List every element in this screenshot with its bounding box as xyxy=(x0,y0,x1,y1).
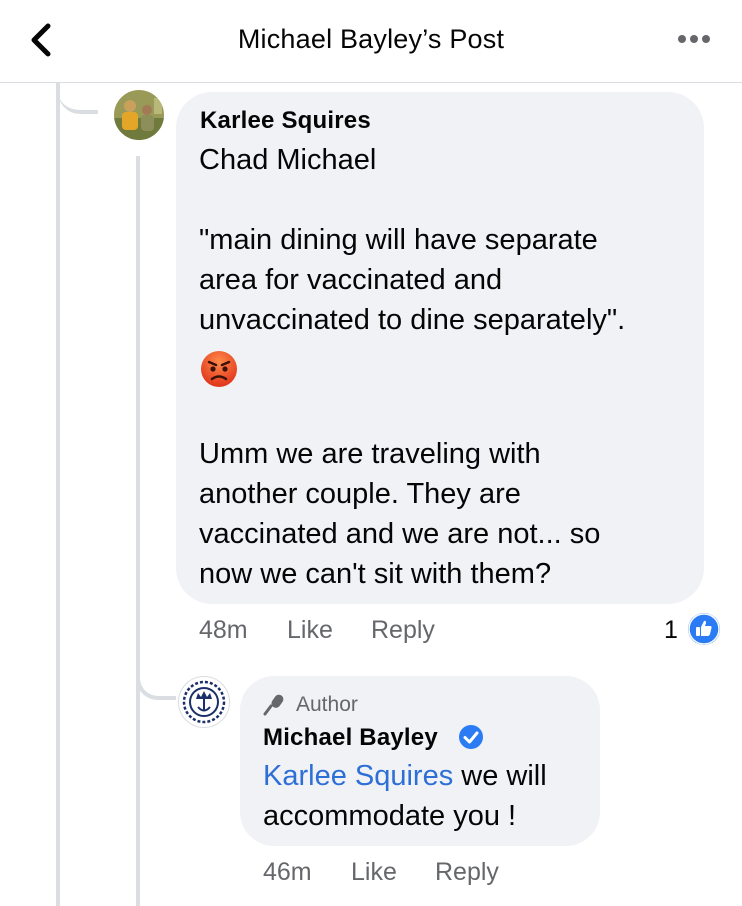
avatar-michael[interactable] xyxy=(178,676,230,728)
thread-curve-top xyxy=(58,82,98,114)
profile-photo-icon xyxy=(114,90,164,140)
comment-paragraph-1-line-3: unvaccinated to dine separately". xyxy=(199,304,626,336)
verified-badge-icon xyxy=(458,724,484,750)
more-horizontal-icon xyxy=(678,35,710,43)
comment-paragraph-1-line-1: "main dining will have separate xyxy=(199,224,598,256)
reaction-count[interactable]: 1 xyxy=(664,616,678,645)
comment-paragraph-2-line-4: now we can't sit with them? xyxy=(199,558,552,590)
thumbs-up-icon xyxy=(688,613,720,645)
comment-author-name[interactable]: Karlee Squires xyxy=(200,107,371,135)
page-title: Michael Bayley’s Post xyxy=(237,24,505,54)
reply-author-name[interactable]: Michael Bayley xyxy=(263,724,438,752)
comment-reply-button[interactable]: Reply xyxy=(371,616,435,645)
author-badge-label: Author xyxy=(296,693,358,716)
more-options-button[interactable] xyxy=(676,24,716,54)
mention-link[interactable]: Chad Michael xyxy=(199,140,376,180)
comment-paragraph-2-line-3: vaccinated and we are not... so xyxy=(199,518,601,550)
crown-anchor-logo-icon xyxy=(182,680,226,724)
like-reaction-icon[interactable] xyxy=(688,613,720,645)
reply-line-1: Karlee Squires we will xyxy=(263,756,547,796)
reply-like-button[interactable]: Like xyxy=(351,858,397,887)
reply-timestamp[interactable]: 46m xyxy=(263,858,312,887)
thread-line-inner xyxy=(136,156,140,906)
reply-line-2: accommodate you ! xyxy=(263,800,517,832)
avatar-karlee[interactable] xyxy=(114,90,164,140)
angry-face-icon xyxy=(199,349,239,389)
comment-paragraph-2-line-1: Umm we are traveling with xyxy=(199,438,541,470)
thread-line-outer xyxy=(56,82,60,906)
reply-reply-button[interactable]: Reply xyxy=(435,858,499,887)
comment-paragraph-2-line-2: another couple. They are xyxy=(199,478,521,510)
comment-timestamp[interactable]: 48m xyxy=(199,616,248,645)
reply-text-1: we will xyxy=(453,760,547,792)
reply-mention-link[interactable]: Karlee Squires xyxy=(263,760,453,792)
microphone-icon xyxy=(263,694,284,716)
thread-curve-reply xyxy=(136,660,176,700)
comment-paragraph-1-line-2: area for vaccinated and xyxy=(199,264,503,296)
comment-like-button[interactable]: Like xyxy=(287,616,333,645)
